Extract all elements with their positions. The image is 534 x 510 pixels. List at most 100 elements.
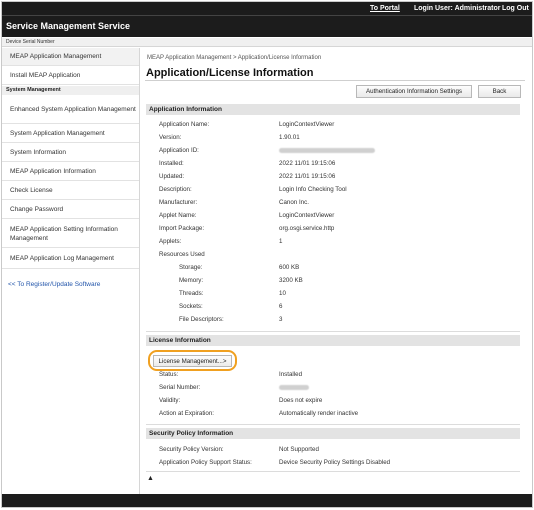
field-label: Security Policy Version: (159, 446, 224, 453)
info-row: Application Policy Support Status: Device… (141, 458, 531, 468)
license-info-header: License Information (146, 335, 520, 346)
field-value: 600 KB (279, 264, 300, 271)
info-row: Security Policy Version: Not Supported (141, 445, 531, 455)
sidebar-item-system-app-management[interactable]: System Application Management (2, 125, 139, 143)
security-policy-header: Security Policy Information (146, 428, 520, 439)
to-portal-link[interactable]: To Portal (370, 5, 400, 12)
to-top-icon[interactable]: ▲ (147, 475, 154, 482)
field-label: Storage: (179, 264, 203, 271)
field-value: Canon Inc. (279, 199, 309, 206)
field-label: Serial Number: (159, 384, 201, 391)
field-label: Application Name: (159, 121, 210, 128)
info-row: Import Package: org.osgi.service.http (141, 224, 531, 234)
field-value: 2022 11/01 19:15:06 (279, 160, 336, 167)
field-label: Memory: (179, 277, 204, 284)
field-label: Applet Name: (159, 212, 197, 219)
app-window: To Portal Login User: Administrator Log … (1, 1, 533, 508)
sidebar: MEAP Application Management Install MEAP… (2, 48, 140, 494)
field-value: 2022 11/01 19:15:06 (279, 173, 336, 180)
field-label: Resources Used (159, 251, 205, 258)
logout-link[interactable]: Log Out (502, 5, 529, 12)
authentication-settings-button[interactable]: Authentication Information Settings (356, 85, 472, 98)
field-label: Manufacturer: (159, 199, 198, 206)
redacted-serial-number (279, 384, 309, 391)
title-divider (145, 80, 525, 81)
sidebar-item-label: Enhanced System Application Management (10, 106, 136, 113)
field-label: Applets: (159, 238, 182, 245)
info-row: Sockets: 6 (141, 302, 531, 312)
login-user-label: Login User: Administrator (414, 5, 501, 12)
sidebar-item-meap-log-management[interactable]: MEAP Application Log Management (2, 249, 139, 269)
page-title: Application/License Information (146, 67, 314, 79)
field-value: Login Info Checking Tool (279, 186, 347, 193)
field-value: LoginContextViewer (279, 121, 335, 128)
section-divider (146, 471, 520, 472)
sidebar-item-label: MEAP Application Log Management (10, 255, 114, 262)
info-row: Applets: 1 (141, 237, 531, 247)
sidebar-item-meap-setting-info[interactable]: MEAP Application Setting Information Man… (2, 220, 139, 248)
main-content: MEAP Application Management > Applicatio… (141, 48, 532, 494)
license-management-button[interactable]: License Management...> (153, 355, 232, 367)
top-bar: To Portal Login User: Administrator Log … (2, 2, 532, 15)
field-value: 3 (279, 316, 283, 323)
info-row: Threads: 10 (141, 289, 531, 299)
info-row: Action at Expiration: Automatically rende… (141, 409, 531, 419)
sidebar-item-label: MEAP Application Information (10, 168, 96, 175)
sidebar-item-label: MEAP Application Management (10, 53, 102, 60)
sidebar-item-enhanced-system-app[interactable]: Enhanced System Application Management (2, 96, 139, 124)
sidebar-item-label: System Information (10, 149, 66, 156)
info-row: Application ID: (141, 146, 531, 156)
field-value: Automatically render inactive (279, 410, 359, 417)
field-label: Sockets: (179, 303, 203, 310)
info-row: Serial Number: (141, 383, 531, 393)
info-row: Installed: 2022 11/01 19:15:06 (141, 159, 531, 169)
register-update-software-link[interactable]: << To Register/Update Software (8, 281, 100, 288)
field-label: Status: (159, 371, 179, 378)
sidebar-item-system-information[interactable]: System Information (2, 144, 139, 162)
field-label: Application Policy Support Status: (159, 459, 252, 466)
field-label: Action at Expiration: (159, 410, 215, 417)
device-serial-label: Device Serial Number (6, 39, 55, 45)
sidebar-section-system-management: System Management (2, 86, 139, 95)
field-value: 10 (279, 290, 286, 297)
info-row: Applet Name: LoginContextViewer (141, 211, 531, 221)
info-row: Status: Installed (141, 370, 531, 380)
info-row: Version: 1.90.01 (141, 133, 531, 143)
field-value: 6 (279, 303, 283, 310)
section-divider (146, 331, 520, 332)
info-row: Validity: Does not expire (141, 396, 531, 406)
field-label: Installed: (159, 160, 184, 167)
sidebar-item-check-license[interactable]: Check License (2, 182, 139, 200)
field-label: Validity: (159, 397, 181, 404)
info-row: File Descriptors: 3 (141, 315, 531, 325)
sidebar-item-meap-app-management[interactable]: MEAP Application Management (2, 48, 139, 66)
info-row: Application Name: LoginContextViewer (141, 120, 531, 130)
info-row: Updated: 2022 11/01 19:15:06 (141, 172, 531, 182)
field-value: LoginContextViewer (279, 212, 335, 219)
field-value: Does not expire (279, 397, 323, 404)
application-info-header: Application Information (146, 104, 520, 115)
redacted-application-id (279, 147, 375, 154)
field-value: 1.90.01 (279, 134, 300, 141)
sidebar-item-label: System Application Management (10, 130, 105, 137)
field-label: Threads: (179, 290, 204, 297)
sidebar-item-label: Check License (10, 187, 53, 194)
info-row: Description: Login Info Checking Tool (141, 185, 531, 195)
sidebar-item-meap-app-information[interactable]: MEAP Application Information (2, 163, 139, 181)
info-row: Storage: 600 KB (141, 263, 531, 273)
sidebar-item-change-password[interactable]: Change Password (2, 201, 139, 219)
field-value: Installed (279, 371, 303, 378)
field-value: 1 (279, 238, 283, 245)
field-value: Device Security Policy Settings Disabled (279, 459, 391, 466)
sidebar-item-label: MEAP Application Setting Information Man… (10, 225, 118, 242)
sidebar-item-label: Change Password (10, 206, 64, 213)
footer-bar (2, 494, 532, 507)
section-divider (146, 424, 520, 425)
field-value: Not Supported (279, 446, 319, 453)
field-label: File Descriptors: (179, 316, 224, 323)
back-button[interactable]: Back (478, 85, 521, 98)
sidebar-item-label: Install MEAP Application (10, 72, 81, 79)
field-label: Version: (159, 134, 182, 141)
breadcrumb: MEAP Application Management > Applicatio… (147, 55, 322, 61)
sidebar-item-install-meap-app[interactable]: Install MEAP Application (2, 67, 139, 85)
